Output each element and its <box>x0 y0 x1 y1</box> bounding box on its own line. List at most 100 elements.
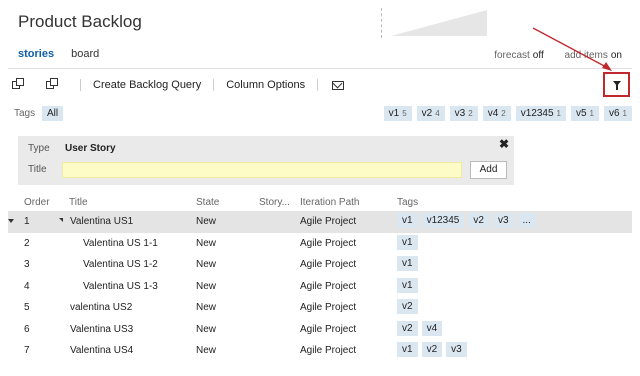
tag-filter-count: 4 <box>435 109 440 118</box>
table-row[interactable]: 3 Valentina US 1-2 New Agile Project v1 <box>8 254 632 276</box>
page-title: Product Backlog <box>18 12 142 31</box>
row-tags: v1 v2 v3 <box>397 342 471 357</box>
tab-board[interactable]: board <box>71 48 99 60</box>
forecast-toggle[interactable]: off <box>533 50 544 61</box>
row-title[interactable]: Valentina US 1-2 <box>83 259 158 270</box>
column-options-button[interactable]: Column Options <box>226 79 305 91</box>
header-divider <box>8 68 632 69</box>
forecast-label: forecast <box>494 50 530 61</box>
tab-stories[interactable]: stories <box>18 48 54 60</box>
table-row[interactable]: 1 Valentina US1 New Agile Project v1 v12345 v2… <box>8 211 632 233</box>
row-tag: v1 <box>397 342 418 357</box>
row-tag: v4 <box>421 320 443 336</box>
type-label: Type <box>28 143 50 154</box>
table-row[interactable]: 6 Valentina US3 New Agile Project v2 v4 <box>8 319 632 341</box>
tag-filter-chip[interactable]: v12345 1 <box>515 106 566 121</box>
row-state: New <box>196 280 217 292</box>
row-tag: v1 <box>397 277 418 293</box>
toolbar-divider <box>317 79 319 91</box>
toolbar: Create Backlog Query Column Options <box>12 76 345 94</box>
tag-filter-name: v3 <box>454 108 466 119</box>
toolbar-divider <box>213 79 215 91</box>
row-title[interactable]: Valentina US 1-3 <box>83 281 158 292</box>
tag-filter-chip[interactable]: v6 1 <box>603 106 632 121</box>
email-icon[interactable] <box>332 80 345 90</box>
row-title[interactable]: Valentina US4 <box>70 345 133 356</box>
tag-filter-count: 1 <box>589 109 594 118</box>
row-state: New <box>196 302 217 313</box>
row-tags: v2 <box>397 299 422 314</box>
row-state: New <box>196 237 217 249</box>
tag-filter-chip[interactable]: v2 4 <box>416 106 445 121</box>
row-context-icon[interactable] <box>8 219 14 223</box>
tag-filter-chip[interactable]: v5 1 <box>570 106 599 121</box>
table-row[interactable]: 7 Valentina US4 New Agile Project v1 v2 v3 <box>8 340 632 362</box>
expand-all-icon[interactable] <box>12 78 28 92</box>
tag-filter-count: 2 <box>468 109 473 118</box>
column-header-iteration-path[interactable]: Iteration Path <box>300 197 359 208</box>
tags-label: Tags <box>14 108 36 119</box>
tag-filter-chip[interactable]: v1 5 <box>383 106 412 121</box>
row-title[interactable]: valentina US2 <box>70 302 132 313</box>
tag-filter-count: 2 <box>501 109 506 118</box>
row-tag: v3 <box>446 342 467 357</box>
add-items-label: add items <box>564 50 608 61</box>
column-header-order[interactable]: Order <box>24 197 50 208</box>
row-title[interactable]: Valentina US1 <box>70 216 133 227</box>
velocity-area <box>391 10 487 36</box>
tag-filter-name: v2 <box>421 108 433 119</box>
close-icon[interactable]: ✖ <box>499 137 509 151</box>
tag-filter-all[interactable]: All <box>42 106 64 121</box>
row-state: New <box>196 216 217 227</box>
row-tag: v2 <box>397 320 418 336</box>
tag-filter-chip[interactable]: v4 2 <box>482 106 511 121</box>
collapse-all-icon[interactable] <box>46 78 62 92</box>
filter-icon <box>612 81 621 90</box>
tag-filter-count: 5 <box>402 109 407 118</box>
collapse-icon[interactable] <box>59 218 63 222</box>
tag-filter-count: 1 <box>622 109 627 118</box>
row-order: 4 <box>24 280 30 292</box>
type-selector[interactable]: User Story <box>65 143 116 154</box>
row-title[interactable]: Valentina US3 <box>70 324 133 335</box>
create-backlog-query-button[interactable]: Create Backlog Query <box>93 79 201 91</box>
tag-filter-name: v6 <box>608 108 620 119</box>
row-tags: v1 v12345 v2 v3... <box>397 213 540 228</box>
table-row[interactable]: 5 valentina US2 New Agile Project v2 <box>8 297 632 319</box>
add-items-toggle[interactable]: on <box>611 50 622 61</box>
table-row[interactable]: 2 Valentina US 1-1 New Agile Project v1 <box>8 233 632 255</box>
column-header-state[interactable]: State <box>196 197 219 208</box>
row-iteration-path: Agile Project <box>300 237 357 249</box>
row-state: New <box>196 259 217 270</box>
row-tags: v1 <box>397 234 422 250</box>
column-header-story-points[interactable]: Story... <box>259 197 290 208</box>
row-iteration-path: Agile Project <box>300 345 357 356</box>
row-order: 2 <box>24 237 30 249</box>
tag-filter-name: v5 <box>575 108 587 119</box>
tag-filter-chip[interactable]: v3 2 <box>449 106 478 121</box>
row-tags: v1 <box>397 256 422 271</box>
row-tags: v1 <box>397 277 422 293</box>
row-tag: v3 <box>492 213 514 228</box>
grid-rows: 1 Valentina US1 New Agile Project v1 v12345 v2… <box>8 211 632 362</box>
row-tag: v2 <box>421 342 443 357</box>
backlog-grid: Order Title State Story... Iteration Pat… <box>8 197 632 362</box>
toolbar-divider <box>80 79 81 91</box>
row-tags: v2 v4 <box>397 320 446 336</box>
tag-filter-list: v1 5 v2 4 v3 2 v4 2 v12345 1 v5 1 v6 1 <box>379 106 632 121</box>
tag-filter-name: v4 <box>487 108 499 119</box>
row-tag: v1 <box>397 256 418 271</box>
row-title[interactable]: Valentina US 1-1 <box>83 238 158 249</box>
row-order: 5 <box>24 302 30 313</box>
row-tag: v12345 <box>421 213 465 228</box>
table-row[interactable]: 4 Valentina US 1-3 New Agile Project v1 <box>8 276 632 298</box>
row-iteration-path: Agile Project <box>300 302 357 313</box>
column-header-tags[interactable]: Tags <box>397 197 418 208</box>
add-button[interactable]: Add <box>470 161 507 179</box>
filter-button[interactable] <box>603 72 630 97</box>
row-tag: v1 <box>397 213 418 228</box>
row-order: 7 <box>24 345 30 356</box>
title-input[interactable] <box>62 162 462 178</box>
column-header-title[interactable]: Title <box>69 197 88 208</box>
row-tag: v2 <box>397 299 418 314</box>
